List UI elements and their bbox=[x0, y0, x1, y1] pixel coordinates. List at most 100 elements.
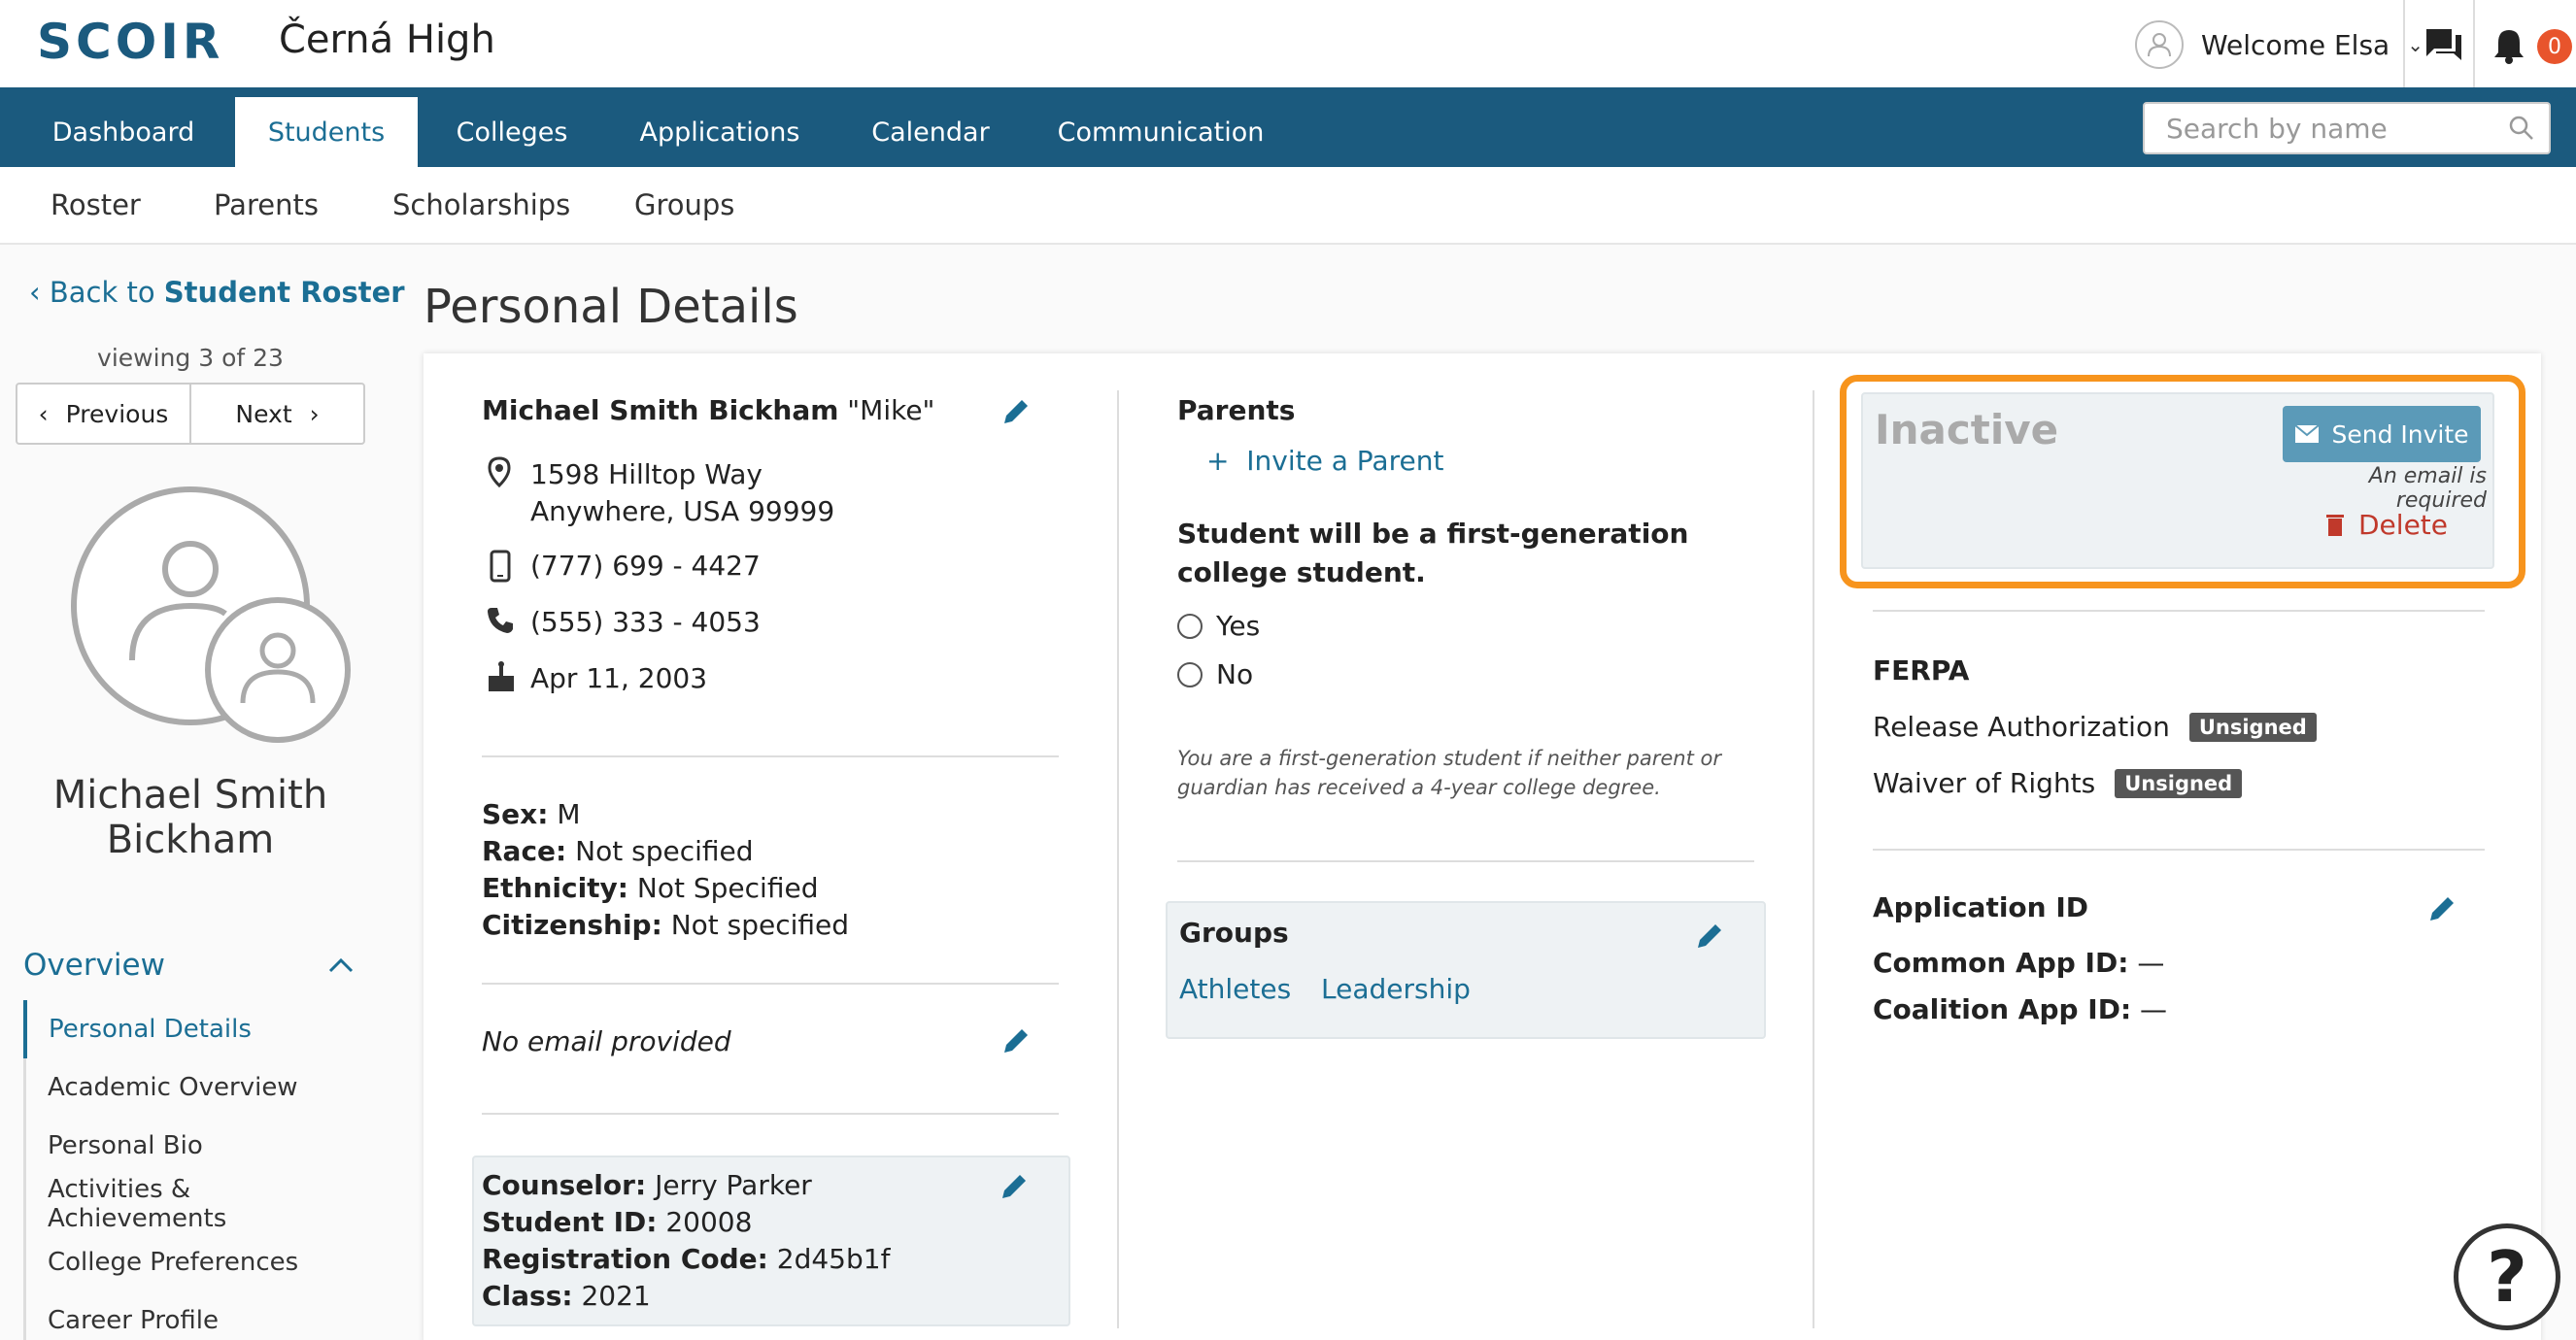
radio-yes-label: Yes bbox=[1216, 610, 1261, 642]
radio-no-circle[interactable] bbox=[1177, 661, 1203, 687]
ferpa-release: Release Authorization Unsigned bbox=[1873, 711, 2317, 743]
student-full-name: Michael Smith Bickham "Mike" bbox=[482, 394, 934, 426]
help-icon[interactable]: ? bbox=[2454, 1223, 2560, 1330]
citizenship-value: Not specified bbox=[670, 909, 850, 941]
menu-personal-bio[interactable]: Personal Bio bbox=[26, 1117, 373, 1175]
race-value: Not specified bbox=[575, 835, 754, 867]
envelope-icon bbox=[2294, 424, 2321, 443]
application-id-title: Application ID bbox=[1873, 891, 2089, 923]
menu-college-preferences[interactable]: College Preferences bbox=[26, 1233, 373, 1291]
back-to-roster-link[interactable]: ‹ Back to Student Roster bbox=[29, 276, 405, 309]
student-name-first: Michael Smith bbox=[52, 773, 328, 818]
sex-value: M bbox=[557, 798, 581, 830]
student-avatar-icon bbox=[70, 486, 361, 752]
chevron-up-icon bbox=[328, 957, 354, 973]
back-prefix: Back to bbox=[49, 276, 155, 309]
menu-academic-overview[interactable]: Academic Overview bbox=[26, 1058, 373, 1117]
tab-students[interactable]: Students bbox=[235, 97, 418, 167]
search-box[interactable] bbox=[2143, 102, 2551, 154]
trash-icon bbox=[2326, 514, 2344, 536]
counselor-value: Jerry Parker bbox=[655, 1169, 812, 1201]
overview-menu: Personal Details Academic Overview Perso… bbox=[23, 1000, 373, 1340]
divider bbox=[482, 1113, 1059, 1115]
ethnicity-label: Ethnicity: bbox=[482, 872, 629, 904]
previous-button[interactable]: ‹ Previous bbox=[17, 385, 189, 443]
mobile-phone-icon bbox=[490, 550, 511, 583]
send-invite-button[interactable]: Send Invite bbox=[2283, 406, 2481, 462]
radio-yes[interactable]: Yes bbox=[1177, 610, 1260, 642]
user-avatar-icon bbox=[2135, 20, 2184, 69]
coalition-app-label: Coalition App ID: bbox=[1873, 993, 2132, 1025]
race-label: Race: bbox=[482, 835, 567, 867]
divider bbox=[2403, 0, 2405, 87]
edit-groups-pencil-icon[interactable] bbox=[1692, 919, 1727, 954]
groups-title: Groups bbox=[1179, 917, 1289, 949]
scoir-logo[interactable]: SCOIR bbox=[37, 14, 223, 70]
tab-applications[interactable]: Applications bbox=[618, 97, 822, 167]
address-line-1: 1598 Hilltop Way bbox=[530, 458, 763, 490]
user-menu[interactable]: Welcome Elsa ⌄ bbox=[2135, 19, 2423, 70]
menu-personal-details[interactable]: Personal Details bbox=[23, 1000, 373, 1058]
sex-label: Sex: bbox=[482, 798, 549, 830]
student-id-label: Student ID: bbox=[482, 1206, 658, 1238]
menu-activities[interactable]: Activities & Achievements bbox=[26, 1175, 373, 1233]
subtab-scholarships[interactable]: Scholarships bbox=[392, 188, 570, 221]
tab-colleges[interactable]: Colleges bbox=[439, 97, 585, 167]
release-label: Release Authorization bbox=[1873, 711, 2170, 743]
tab-communication[interactable]: Communication bbox=[1049, 97, 1272, 167]
radio-no[interactable]: No bbox=[1177, 658, 1253, 690]
messages-icon[interactable] bbox=[2424, 27, 2463, 68]
subtab-groups[interactable]: Groups bbox=[634, 188, 734, 221]
page-title: Personal Details bbox=[424, 280, 798, 334]
subtab-roster[interactable]: Roster bbox=[51, 188, 141, 221]
class-label: Class: bbox=[482, 1280, 573, 1312]
group-leadership[interactable]: Leadership bbox=[1321, 973, 1471, 1005]
divider bbox=[1873, 849, 2485, 851]
search-input[interactable] bbox=[2166, 112, 2508, 145]
nickname: "Mike" bbox=[847, 394, 935, 426]
edit-application-id-pencil-icon[interactable] bbox=[2424, 891, 2459, 926]
student-pager: ‹ Previous Next › bbox=[16, 383, 365, 445]
chevron-left-icon: ‹ bbox=[29, 276, 41, 309]
next-button[interactable]: Next › bbox=[189, 385, 363, 443]
tab-calendar[interactable]: Calendar bbox=[853, 97, 1008, 167]
waiver-status-badge: Unsigned bbox=[2115, 768, 2243, 798]
mobile-number: (777) 699 - 4427 bbox=[530, 550, 761, 582]
registration-code-value: 2d45b1f bbox=[776, 1243, 891, 1275]
student-name: Michael Smith Bickham bbox=[0, 773, 381, 862]
chevron-left-icon: ‹ bbox=[38, 399, 49, 428]
chevron-right-icon: › bbox=[309, 399, 320, 428]
address: 1598 Hilltop Way Anywhere, USA 99999 bbox=[530, 456, 834, 530]
demographics: Sex: M Race: Not specified Ethnicity: No… bbox=[482, 796, 849, 944]
overview-label: Overview bbox=[23, 948, 165, 983]
edit-name-pencil-icon[interactable] bbox=[999, 394, 1034, 429]
welcome-text: Welcome Elsa bbox=[2201, 28, 2390, 61]
bell-icon[interactable] bbox=[2492, 27, 2525, 68]
ferpa-waiver: Waiver of Rights Unsigned bbox=[1873, 767, 2243, 799]
ethnicity-value: Not Specified bbox=[636, 872, 819, 904]
invite-parent-link[interactable]: + Invite a Parent bbox=[1206, 445, 1443, 477]
group-athletes[interactable]: Athletes bbox=[1179, 973, 1291, 1005]
edit-email-pencil-icon[interactable] bbox=[999, 1023, 1034, 1058]
divider bbox=[482, 983, 1059, 985]
notification-badge: 0 bbox=[2537, 29, 2572, 64]
tab-dashboard[interactable]: Dashboard bbox=[31, 97, 216, 167]
divider bbox=[482, 755, 1059, 757]
back-target: Student Roster bbox=[163, 276, 405, 309]
phone-number: (555) 333 - 4053 bbox=[530, 606, 761, 638]
sub-nav: Roster Parents Scholarships Groups bbox=[0, 167, 2576, 245]
radio-no-label: No bbox=[1216, 658, 1254, 690]
radio-yes-circle[interactable] bbox=[1177, 613, 1203, 639]
menu-career-profile[interactable]: Career Profile bbox=[26, 1291, 373, 1340]
counselor-label: Counselor: bbox=[482, 1169, 647, 1201]
subtab-parents[interactable]: Parents bbox=[214, 188, 319, 221]
first-gen-note: You are a first-generation student if ne… bbox=[1177, 747, 1721, 799]
delete-button[interactable]: Delete bbox=[2325, 509, 2448, 541]
address-line-2: Anywhere, USA 99999 bbox=[530, 495, 835, 527]
edit-school-info-pencil-icon[interactable] bbox=[997, 1169, 1032, 1204]
waiver-label: Waiver of Rights bbox=[1873, 767, 2096, 799]
school-info: Counselor: Jerry Parker Student ID: 2000… bbox=[482, 1167, 890, 1315]
overview-section-toggle[interactable]: Overview bbox=[23, 948, 354, 983]
divider bbox=[2473, 0, 2475, 87]
release-status-badge: Unsigned bbox=[2188, 712, 2317, 742]
